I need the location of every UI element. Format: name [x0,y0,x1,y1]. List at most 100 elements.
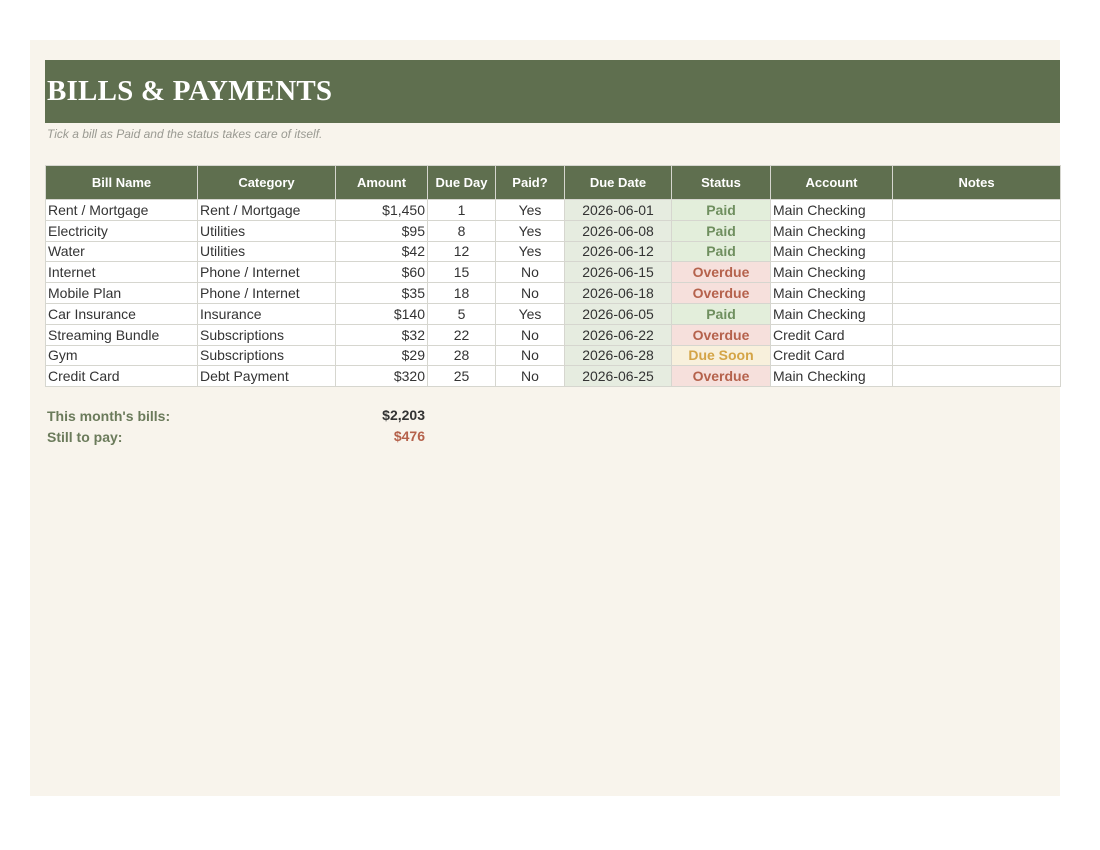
cell-due-date[interactable]: 2026-06-05 [564,302,672,325]
cell-notes[interactable] [892,365,1061,388]
cell-due-day[interactable]: 18 [427,282,496,304]
cell-due-day[interactable]: 5 [427,302,496,325]
cell-status[interactable]: Paid [671,240,771,263]
table-row: Internet Phone / Internet $60 15 No 2026-06-1… [45,261,1061,284]
cell-paid[interactable]: Yes [495,219,565,242]
cell-category[interactable]: Utilities [197,219,336,242]
cell-account[interactable]: Credit Card [770,344,893,367]
cell-amount[interactable]: $32 [335,323,428,346]
cell-status[interactable]: Overdue [671,282,771,304]
cell-due-date[interactable]: 2026-06-12 [564,240,672,263]
cell-account[interactable]: Credit Card [770,323,893,346]
cell-status[interactable]: Overdue [671,323,771,346]
column-header-account[interactable]: Account [770,165,893,200]
cell-bill-name[interactable]: Electricity [45,219,198,242]
cell-account[interactable]: Main Checking [770,240,893,263]
cell-paid[interactable]: No [495,323,565,346]
cell-status[interactable]: Paid [671,199,771,221]
cell-bill-name[interactable]: Streaming Bundle [45,323,198,346]
cell-category[interactable]: Phone / Internet [197,282,336,304]
cell-due-day[interactable]: 28 [427,344,496,367]
cell-status[interactable]: Due Soon [671,344,771,367]
page-title: BILLS & PAYMENTS [47,75,333,107]
column-header-due-date[interactable]: Due Date [564,165,672,200]
cell-notes[interactable] [892,199,1061,221]
cell-account[interactable]: Main Checking [770,199,893,221]
cell-amount[interactable]: $320 [335,365,428,388]
cell-bill-name[interactable]: Water [45,240,198,263]
cell-notes[interactable] [892,261,1061,284]
cell-amount[interactable]: $1,450 [335,199,428,221]
cell-due-day[interactable]: 1 [427,199,496,221]
cell-status[interactable]: Paid [671,302,771,325]
cell-notes[interactable] [892,302,1061,325]
cell-notes[interactable] [892,282,1061,304]
month-total-label: This month's bills: [47,408,171,424]
cell-paid[interactable]: Yes [495,302,565,325]
cell-bill-name[interactable]: Mobile Plan [45,282,198,304]
bills-table: Bill Name Category Amount Due Day Paid? … [45,165,1061,388]
column-header-paid[interactable]: Paid? [495,165,565,200]
cell-category[interactable]: Phone / Internet [197,261,336,284]
cell-paid[interactable]: No [495,261,565,284]
cell-due-date[interactable]: 2026-06-18 [564,282,672,304]
cell-due-date[interactable]: 2026-06-08 [564,219,672,242]
cell-paid[interactable]: Yes [495,240,565,263]
cell-bill-name[interactable]: Car Insurance [45,302,198,325]
page-subtitle: Tick a bill as Paid and the status takes… [47,127,323,141]
cell-bill-name[interactable]: Gym [45,344,198,367]
cell-notes[interactable] [892,240,1061,263]
cell-category[interactable]: Subscriptions [197,323,336,346]
cell-status[interactable]: Overdue [671,261,771,284]
still-to-pay-label: Still to pay: [47,429,123,445]
cell-category[interactable]: Rent / Mortgage [197,199,336,221]
cell-due-date[interactable]: 2026-06-28 [564,344,672,367]
spreadsheet-page: BILLS & PAYMENTS Tick a bill as Paid and… [30,40,1061,796]
column-header-notes[interactable]: Notes [892,165,1061,200]
cell-due-day[interactable]: 15 [427,261,496,284]
cell-notes[interactable] [892,323,1061,346]
cell-category[interactable]: Utilities [197,240,336,263]
cell-bill-name[interactable]: Rent / Mortgage [45,199,198,221]
cell-category[interactable]: Insurance [197,302,336,325]
column-header-bill-name[interactable]: Bill Name [45,165,198,200]
cell-amount[interactable]: $140 [335,302,428,325]
cell-due-day[interactable]: 12 [427,240,496,263]
cell-amount[interactable]: $42 [335,240,428,263]
column-header-amount[interactable]: Amount [335,165,428,200]
cell-paid[interactable]: No [495,344,565,367]
cell-account[interactable]: Main Checking [770,302,893,325]
cell-amount[interactable]: $60 [335,261,428,284]
cell-category[interactable]: Subscriptions [197,344,336,367]
cell-notes[interactable] [892,344,1061,367]
cell-due-date[interactable]: 2026-06-22 [564,323,672,346]
cell-paid[interactable]: No [495,282,565,304]
cell-paid[interactable]: Yes [495,199,565,221]
cell-paid[interactable]: No [495,365,565,388]
cell-account[interactable]: Main Checking [770,282,893,304]
cell-bill-name[interactable]: Credit Card [45,365,198,388]
cell-account[interactable]: Main Checking [770,365,893,388]
cell-due-date[interactable]: 2026-06-25 [564,365,672,388]
column-header-due-day[interactable]: Due Day [427,165,496,200]
cell-due-day[interactable]: 8 [427,219,496,242]
cell-bill-name[interactable]: Internet [45,261,198,284]
column-header-category[interactable]: Category [197,165,336,200]
cell-account[interactable]: Main Checking [770,261,893,284]
cell-due-date[interactable]: 2026-06-15 [564,261,672,284]
column-header-status[interactable]: Status [671,165,771,200]
cell-account[interactable]: Main Checking [770,219,893,242]
cell-due-date[interactable]: 2026-06-01 [564,199,672,221]
cell-amount[interactable]: $35 [335,282,428,304]
cell-status[interactable]: Overdue [671,365,771,388]
cell-status[interactable]: Paid [671,219,771,242]
cell-category[interactable]: Debt Payment [197,365,336,388]
cell-due-day[interactable]: 22 [427,323,496,346]
cell-notes[interactable] [892,219,1061,242]
header-row: Bill Name Category Amount Due Day Paid? … [45,165,1061,200]
still-to-pay-value[interactable]: $476 [394,428,425,444]
cell-amount[interactable]: $95 [335,219,428,242]
cell-due-day[interactable]: 25 [427,365,496,388]
cell-amount[interactable]: $29 [335,344,428,367]
month-total-value[interactable]: $2,203 [382,407,425,423]
